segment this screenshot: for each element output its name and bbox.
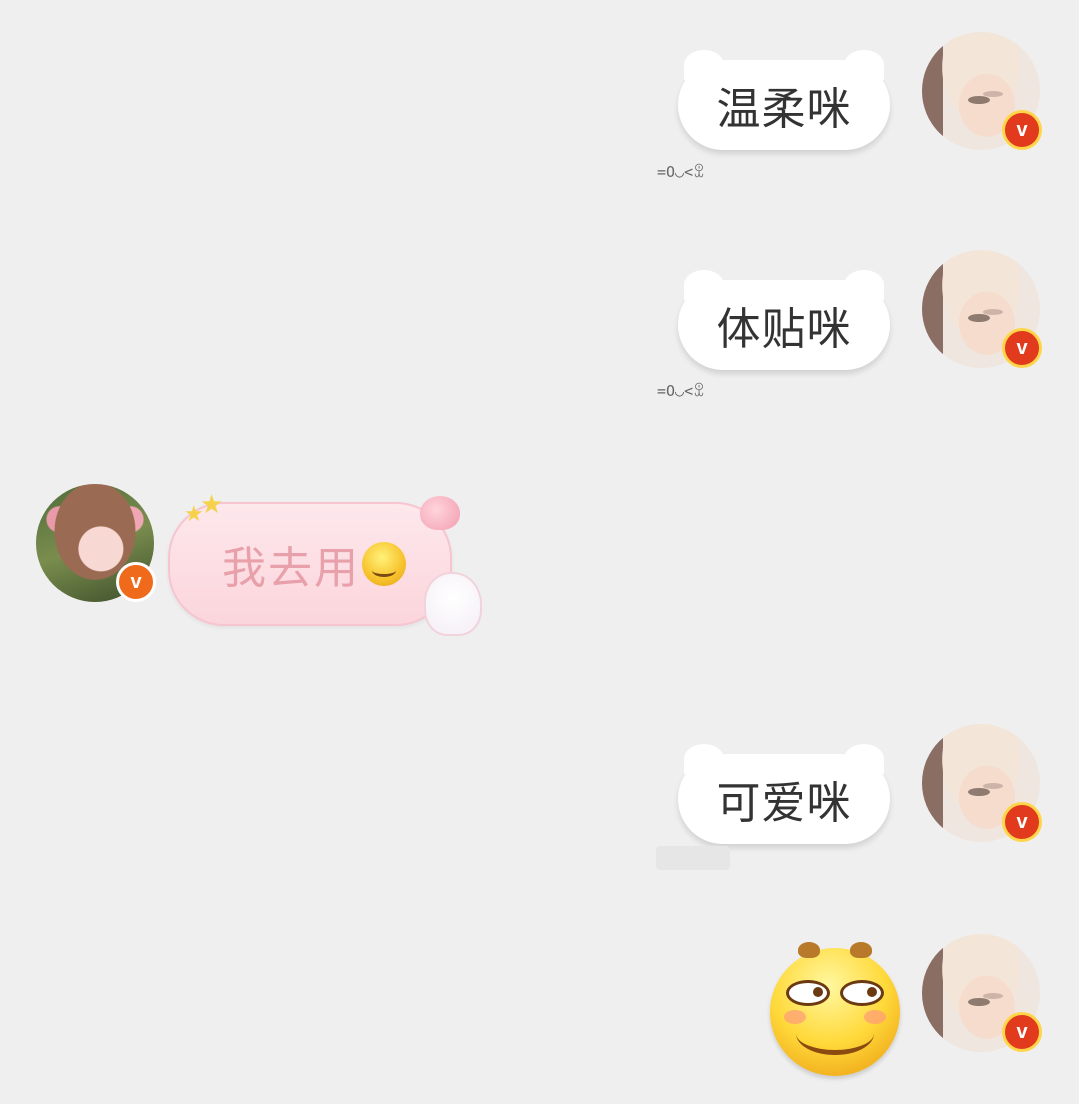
verified-badge-icon: v xyxy=(116,562,156,602)
contact-avatar[interactable]: v xyxy=(36,484,156,602)
bunny-sticker-icon xyxy=(424,572,482,636)
sender-avatar[interactable]: v xyxy=(922,250,1042,368)
message-bubble[interactable]: 温柔咪 xyxy=(678,50,890,150)
message-bubble[interactable]: 体贴咪 xyxy=(678,270,890,370)
message-caption: =O◡<ꀾ xyxy=(657,382,705,400)
message-bubble[interactable]: 可爱咪 xyxy=(678,744,890,844)
verified-badge-icon: v xyxy=(1002,328,1042,368)
heart-decoration-icon xyxy=(420,496,460,530)
verified-badge-icon: v xyxy=(1002,110,1042,150)
message-caption: =O◡<ꀾ xyxy=(657,163,705,181)
message-text: 可爱咪 xyxy=(716,778,852,829)
message-text: 体贴咪 xyxy=(716,304,852,355)
sender-avatar[interactable]: v xyxy=(922,934,1042,1052)
sender-avatar[interactable]: v xyxy=(922,32,1042,150)
sender-avatar[interactable]: v xyxy=(922,724,1042,842)
verified-badge-icon: v xyxy=(1002,802,1042,842)
big-smirk-emoji-icon[interactable] xyxy=(770,942,900,1076)
grin-emoji-icon xyxy=(362,542,406,586)
message-text: 我去用 xyxy=(222,543,360,594)
star-decoration-icon: ★ xyxy=(200,490,224,520)
verified-badge-icon: v xyxy=(1002,1012,1042,1052)
message-caption-blurred xyxy=(656,846,730,870)
message-text: 温柔咪 xyxy=(716,84,852,135)
message-bubble[interactable]: 我去用 xyxy=(168,502,452,626)
